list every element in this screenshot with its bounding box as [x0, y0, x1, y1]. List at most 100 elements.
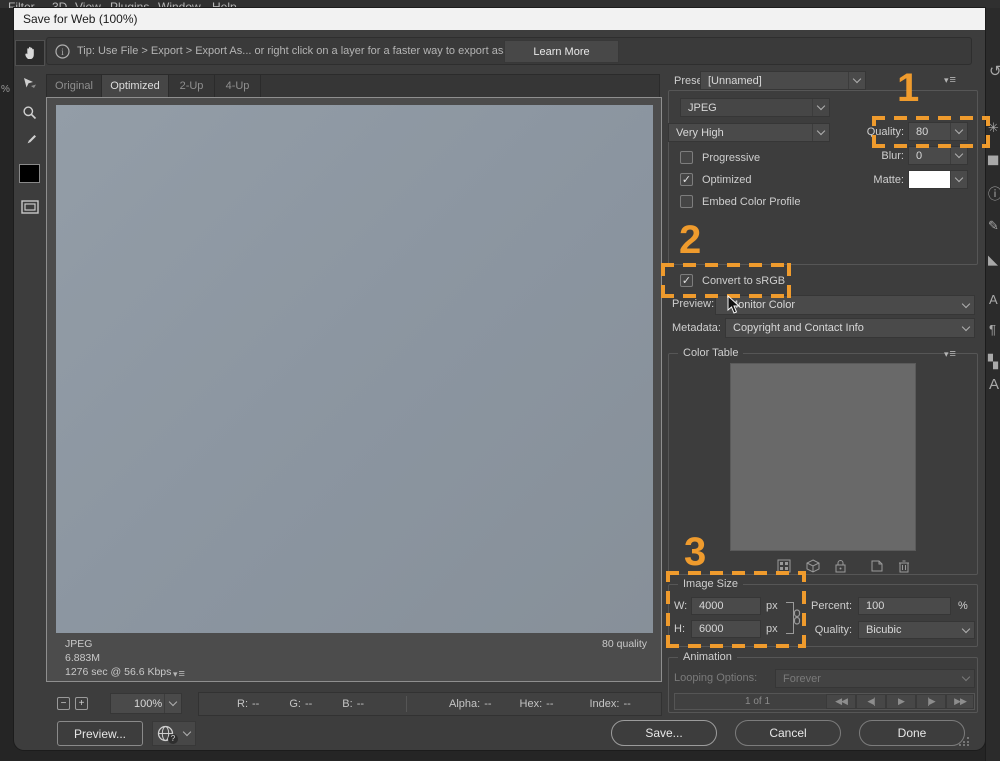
format-value: JPEG [688, 102, 717, 114]
history-icon[interactable]: ↺ [989, 62, 1000, 80]
link-dimensions-icon[interactable] [792, 609, 802, 625]
toggle-slices-visibility[interactable] [15, 194, 45, 220]
menu-item-plugins[interactable]: Plugins [110, 0, 149, 8]
delete-color-icon[interactable] [898, 559, 910, 573]
blur-chevron[interactable] [950, 147, 967, 164]
metadata-select[interactable]: Copyright and Contact Info [725, 318, 975, 338]
learn-more-button[interactable]: Learn More [504, 40, 619, 63]
tool-column [14, 32, 46, 732]
eyedropper-tool[interactable] [15, 128, 45, 154]
character-icon[interactable]: A [989, 376, 999, 393]
optimized-preview-image[interactable] [56, 105, 653, 633]
format-select[interactable]: JPEG [680, 98, 830, 117]
frame-counter-bar: 1 of 1 ◀◀ ◀| ▶ |▶ ▶▶ [674, 693, 975, 710]
preview-in-browser-button[interactable]: Preview... [57, 721, 143, 746]
color-table-swatches[interactable] [730, 363, 916, 551]
filter-icon[interactable]: ✳ [988, 120, 999, 136]
status-size: 6.883M [65, 652, 100, 664]
info-icon[interactable]: ⓘ [988, 184, 1000, 204]
resample-chevron[interactable] [957, 622, 974, 638]
format-chevron[interactable] [812, 99, 829, 116]
view-tabs: Original Optimized 2-Up 4-Up [46, 74, 660, 97]
zoom-out-button[interactable]: − [57, 697, 70, 710]
menu-item-help[interactable]: Help [212, 0, 237, 8]
preview-select-chevron[interactable] [957, 296, 974, 314]
menu-item-filter[interactable]: Filter [8, 0, 35, 8]
paragraph-icon[interactable]: ¶ [989, 322, 996, 337]
first-frame-button[interactable]: ◀◀ [826, 694, 856, 709]
slice-select-tool[interactable] [15, 70, 45, 96]
r-value: -- [252, 698, 259, 710]
layers-icon[interactable]: ▚ [988, 354, 998, 370]
matte-chevron[interactable] [950, 171, 967, 188]
metadata-select-chevron[interactable] [957, 319, 974, 337]
learn-more-label: Learn More [533, 46, 589, 58]
lock-color-icon[interactable] [834, 559, 847, 573]
index-value: -- [623, 698, 630, 710]
gradient-icon[interactable]: ◣ [988, 252, 998, 268]
percent-input[interactable]: 100 [858, 597, 951, 615]
last-frame-button[interactable]: ▶▶ [946, 694, 974, 709]
eyedropper-color-swatch[interactable] [19, 164, 40, 183]
cancel-button-label: Cancel [769, 726, 806, 740]
brush-icon[interactable]: ✎ [988, 218, 999, 234]
status-menu-icon[interactable]: ▾≡ [173, 668, 185, 680]
type-tool-icon[interactable]: A [989, 292, 998, 307]
quality-chevron[interactable] [950, 123, 967, 140]
preset-chevron[interactable] [848, 72, 865, 89]
previous-frame-button[interactable]: ◀| [856, 694, 886, 709]
tab-4up[interactable]: 4-Up [215, 75, 261, 97]
blur-input[interactable]: 0 [908, 146, 968, 165]
zoom-in-button[interactable]: + [75, 697, 88, 710]
tab-original[interactable]: Original [47, 75, 102, 97]
browser-select-button[interactable]: ? [152, 721, 196, 746]
frame-counter: 1 of 1 [745, 696, 826, 707]
preset-value: [Unnamed] [708, 75, 762, 87]
tab-original-label: Original [55, 80, 93, 92]
compression-select[interactable]: Very High [668, 123, 830, 142]
new-color-icon[interactable] [870, 559, 884, 573]
menu-item-window[interactable]: Window [158, 0, 201, 8]
optimized-checkbox[interactable]: ✓ [680, 173, 693, 186]
embed-color-profile-checkbox[interactable] [680, 195, 693, 208]
height-input[interactable]: 6000 [691, 620, 761, 638]
preview-select[interactable]: Monitor Color [715, 295, 975, 315]
cancel-button[interactable]: Cancel [735, 720, 841, 746]
menu-item-3d[interactable]: 3D [52, 0, 67, 8]
chevron-down-icon [961, 322, 969, 330]
b-value: -- [357, 698, 364, 710]
save-button[interactable]: Save... [611, 720, 717, 746]
resize-grip[interactable] [958, 736, 970, 746]
quality-input[interactable]: 80 [908, 122, 968, 141]
zoom-chevron[interactable] [164, 694, 181, 713]
zoom-tool[interactable] [15, 100, 45, 126]
progressive-checkbox[interactable] [680, 151, 693, 164]
width-input[interactable]: 4000 [691, 597, 761, 615]
tip-bar: i Tip: Use File > Export > Export As... … [46, 37, 972, 65]
convert-srgb-checkbox[interactable]: ✓ [680, 274, 693, 287]
next-frame-button[interactable]: |▶ [916, 694, 946, 709]
app-right-panel-strip: ↺ ✳ ▅ ⓘ ✎ ◣ A ¶ ▚ A [985, 8, 1000, 761]
web-shift-icon[interactable] [806, 559, 820, 573]
color-table-menu-icon[interactable]: ▾≡ [944, 348, 956, 360]
settings-panel-menu-icon[interactable]: ▾≡ [944, 74, 956, 86]
zoom-level-select[interactable]: 100% [110, 693, 182, 714]
tab-optimized[interactable]: Optimized [102, 75, 169, 97]
dither-algorithm-icon[interactable] [777, 559, 791, 573]
tab-2up[interactable]: 2-Up [169, 75, 215, 97]
resample-quality-select[interactable]: Bicubic [858, 621, 975, 639]
looping-options-label: Looping Options: [674, 672, 757, 684]
done-button[interactable]: Done [859, 720, 965, 746]
looping-chevron [957, 670, 974, 687]
dialog-title-bar[interactable]: Save for Web (100%) [14, 8, 985, 30]
menu-item-view[interactable]: View [75, 0, 101, 8]
hand-tool[interactable] [15, 40, 45, 66]
chevron-down-icon [853, 75, 861, 83]
matte-swatch[interactable] [908, 170, 968, 189]
app-left-edge: % [0, 8, 14, 761]
compression-chevron[interactable] [812, 124, 829, 141]
preset-select[interactable]: [Unnamed] [700, 71, 866, 90]
histogram-icon[interactable]: ▅ [988, 150, 998, 166]
play-button[interactable]: ▶ [886, 694, 916, 709]
color-table-title: Color Table [678, 347, 743, 359]
